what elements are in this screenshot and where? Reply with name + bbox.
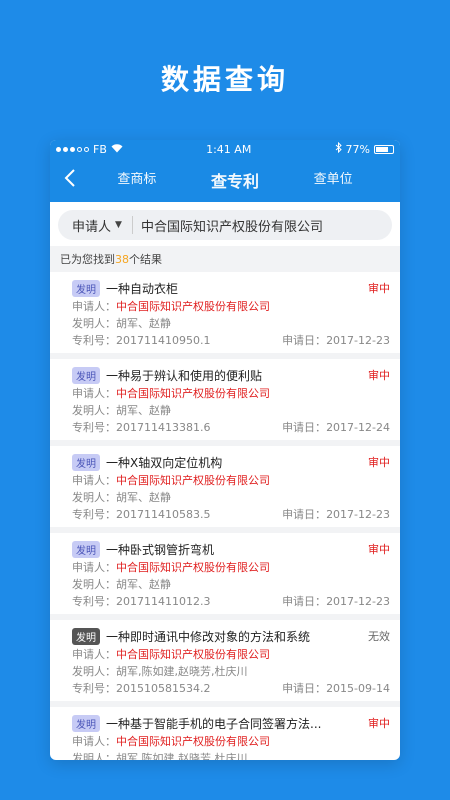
apply-date-value: 2015-09-14: [326, 682, 390, 695]
patent-title: 一种即时通讯中修改对象的方法和系统: [106, 629, 311, 644]
inventor-label: 发明人：: [72, 578, 116, 591]
apply-date-label: 申请日：: [282, 334, 327, 347]
applicant-value: 中合国际知识产权股份有限公司: [116, 735, 270, 748]
status-badge: 审中: [368, 369, 390, 382]
caret-down-icon: ▼: [115, 220, 122, 230]
list-item[interactable]: 发明 一种X轴双向定位机构 审中 申请人： 中合国际知识产权股份有限公司 发明人…: [50, 446, 400, 533]
apply-date-value: 2017-12-23: [326, 334, 390, 347]
type-badge: 发明: [72, 627, 100, 645]
battery-icon: [373, 144, 394, 154]
result-number: 38: [115, 252, 129, 266]
inventor-label: 发明人：: [72, 491, 116, 504]
tab-bar: 查商标 查专利 查单位: [90, 168, 400, 192]
wifi-icon: [111, 143, 123, 156]
patent-title: 一种X轴双向定位机构: [106, 455, 223, 470]
patent-no-label: 专利号：: [72, 421, 116, 434]
inventor-label: 发明人：: [72, 317, 116, 330]
patent-no-label: 专利号：: [72, 508, 116, 521]
inventor-label: 发明人：: [72, 404, 116, 417]
tab-patent[interactable]: 查专利: [211, 168, 259, 192]
inventor-value: 胡军、赵静: [116, 578, 171, 591]
search-bar: 申请人 ▼ 中合国际知识产权股份有限公司: [58, 210, 392, 240]
applicant-label: 申请人：: [72, 387, 116, 400]
type-badge: 发明: [72, 453, 100, 471]
applicant-label: 申请人：: [72, 474, 116, 487]
patent-no-value: 201510581534.2: [116, 682, 211, 695]
applicant-value: 中合国际知识产权股份有限公司: [116, 648, 270, 661]
applicant-value: 中合国际知识产权股份有限公司: [116, 561, 270, 574]
inventor-label: 发明人：: [72, 752, 116, 760]
tab-trademark[interactable]: 查商标: [117, 168, 156, 192]
inventor-value: 胡军,陈如建,赵晓芳,杜庆川: [116, 665, 248, 678]
patent-title: 一种自动衣柜: [106, 281, 179, 296]
inventor-value: 胡军、赵静: [116, 404, 171, 417]
status-badge: 审中: [368, 543, 390, 556]
status-time: 1:41 AM: [206, 142, 252, 156]
applicant-value: 中合国际知识产权股份有限公司: [116, 300, 270, 313]
filter-dropdown[interactable]: 申请人 ▼: [58, 216, 132, 235]
applicant-label: 申请人：: [72, 561, 116, 574]
inventor-label: 发明人：: [72, 665, 116, 678]
list-item[interactable]: 发明 一种自动衣柜 审中 申请人： 中合国际知识产权股份有限公司 发明人： 胡军…: [50, 272, 400, 359]
patent-no-label: 专利号：: [72, 595, 116, 608]
inventor-value: 胡军、赵静: [116, 317, 171, 330]
battery-percent: 77%: [345, 142, 370, 156]
apply-date-label: 申请日：: [282, 682, 327, 695]
signal-icon: [56, 146, 89, 152]
type-badge: 发明: [72, 540, 100, 558]
applicant-label: 申请人：: [72, 735, 116, 748]
patent-title: 一种卧式钢管折弯机: [106, 542, 215, 557]
nav-bar: 查商标 查专利 查单位: [50, 158, 400, 202]
status-badge: 审中: [368, 282, 390, 295]
applicant-label: 申请人：: [72, 300, 116, 313]
bluetooth-icon: [335, 141, 342, 156]
list-item[interactable]: 发明 一种卧式钢管折弯机 审中 申请人： 中合国际知识产权股份有限公司 发明人：…: [50, 533, 400, 620]
status-badge: 审中: [368, 717, 390, 730]
back-button[interactable]: [50, 168, 90, 193]
inventor-value: 胡军、赵静: [116, 491, 171, 504]
result-prefix: 已为您找到: [60, 253, 115, 266]
chevron-left-icon: [64, 168, 76, 193]
filter-label: 申请人: [72, 219, 112, 235]
status-badge: 审中: [368, 456, 390, 469]
status-badge: 无效: [368, 630, 390, 643]
list-item[interactable]: 发明 一种即时通讯中修改对象的方法和系统 无效 申请人： 中合国际知识产权股份有…: [50, 620, 400, 707]
patent-list: 发明 一种自动衣柜 审中 申请人： 中合国际知识产权股份有限公司 发明人： 胡军…: [50, 272, 400, 760]
list-item[interactable]: 发明 一种易于辨认和使用的便利贴 审中 申请人： 中合国际知识产权股份有限公司 …: [50, 359, 400, 446]
apply-date-value: 2017-12-24: [326, 421, 390, 434]
carrier-label: FB: [93, 142, 107, 156]
phone-frame: FB 1:41 AM 77% 查商标 查专利 查单位 申请人 ▼ 中合国际知识产…: [50, 140, 400, 760]
patent-title: 一种基于智能手机的电子合同签署方法...: [106, 716, 322, 731]
patent-no-label: 专利号：: [72, 682, 116, 695]
result-count: 已为您找到 38 个结果: [50, 246, 400, 272]
patent-no-value: 201711410583.5: [116, 508, 211, 521]
apply-date-label: 申请日：: [282, 595, 327, 608]
search-input[interactable]: 中合国际知识产权股份有限公司: [133, 216, 323, 235]
type-badge: 发明: [72, 279, 100, 297]
list-item[interactable]: 发明 一种基于智能手机的电子合同签署方法... 审中 申请人： 中合国际知识产权…: [50, 707, 400, 760]
applicant-value: 中合国际知识产权股份有限公司: [116, 474, 270, 487]
hero-title: 数据查询: [160, 63, 289, 96]
applicant-value: 中合国际知识产权股份有限公司: [116, 387, 270, 400]
applicant-label: 申请人：: [72, 648, 116, 661]
patent-title: 一种易于辨认和使用的便利贴: [106, 368, 263, 383]
apply-date-value: 2017-12-23: [326, 508, 390, 521]
patent-no-value: 201711413381.6: [116, 421, 211, 434]
apply-date-label: 申请日：: [282, 508, 327, 521]
apply-date-value: 2017-12-23: [326, 595, 390, 608]
patent-no-value: 201711411012.3: [116, 595, 211, 608]
patent-no-value: 201711410950.1: [116, 334, 211, 347]
type-badge: 发明: [72, 714, 100, 732]
patent-no-label: 专利号：: [72, 334, 116, 347]
apply-date-label: 申请日：: [282, 421, 327, 434]
tab-organization[interactable]: 查单位: [314, 168, 353, 192]
result-suffix: 个结果: [129, 253, 162, 266]
status-bar: FB 1:41 AM 77%: [50, 140, 400, 158]
inventor-value: 胡军,陈如建,赵晓芳,杜庆川: [116, 752, 248, 760]
type-badge: 发明: [72, 366, 100, 384]
